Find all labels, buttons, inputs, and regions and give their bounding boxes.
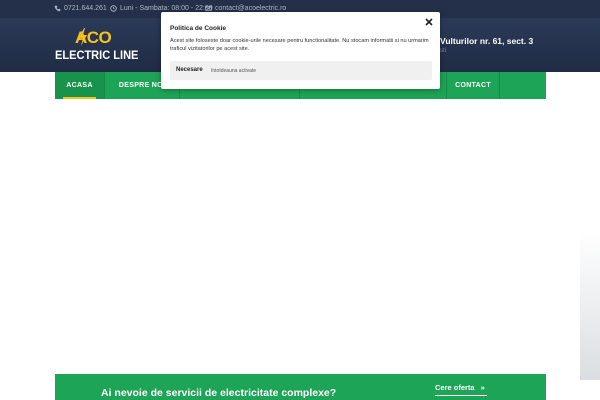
nav-item-label: ACASA — [66, 82, 93, 89]
phone-number: 0721.644.261 — [64, 5, 107, 12]
schedule-info: Luni - Sambata: 08:00 - 22:00 — [110, 5, 213, 12]
cookie-policy-dialog: Politica de Cookie Acest site foloseste … — [161, 12, 440, 89]
header-address: Vulturilor nr. 61, sect. 3 — [440, 36, 534, 46]
main-content — [0, 99, 600, 374]
cookie-preference-necessary[interactable]: Necesare întotdeauna activate — [170, 61, 432, 80]
logo-electric-line-text: ELECTRIC LINE — [55, 48, 139, 62]
email-contact[interactable]: contact@acoelectric.ro — [205, 5, 286, 12]
nav-item-label: CONTACT — [455, 82, 491, 89]
phone-contact[interactable]: 0721.644.261 — [54, 5, 107, 12]
cookie-dialog-text: Acest site foloseste doar cookie-urile n… — [170, 38, 429, 52]
cta-banner: Ai nevoie de servicii de electricitate c… — [55, 374, 546, 400]
schedule-text: Luni - Sambata: 08:00 - 22:00 — [120, 5, 213, 12]
nav-item-contact[interactable]: CONTACT — [447, 72, 500, 99]
email-address: contact@acoelectric.ro — [215, 5, 287, 12]
cookie-preference-name: Necesare — [176, 67, 203, 73]
clock-icon — [110, 5, 117, 12]
phone-icon — [54, 5, 61, 12]
close-icon[interactable] — [424, 17, 434, 27]
request-offer-label: Cere oferta — [435, 383, 475, 392]
nav-item-label: DESPRE NOI — [118, 82, 166, 89]
envelope-icon — [205, 6, 212, 11]
site-logo[interactable]: ACO ELECTRIC LINE — [55, 28, 140, 64]
request-offer-button[interactable]: Cere oferta » — [435, 380, 487, 396]
cta-text: Ai nevoie de servicii de electricitate c… — [101, 387, 337, 399]
header-address-sub: sti — [440, 48, 446, 54]
double-chevron-right-icon: » — [480, 383, 485, 392]
logo-aco-text: ACO — [75, 28, 112, 47]
cookie-preference-status: întotdeauna activate — [211, 68, 257, 74]
decorative-side-shade — [580, 230, 600, 380]
cookie-dialog-title: Politica de Cookie — [170, 25, 226, 32]
nav-item-acasa[interactable]: ACASA — [55, 72, 105, 99]
